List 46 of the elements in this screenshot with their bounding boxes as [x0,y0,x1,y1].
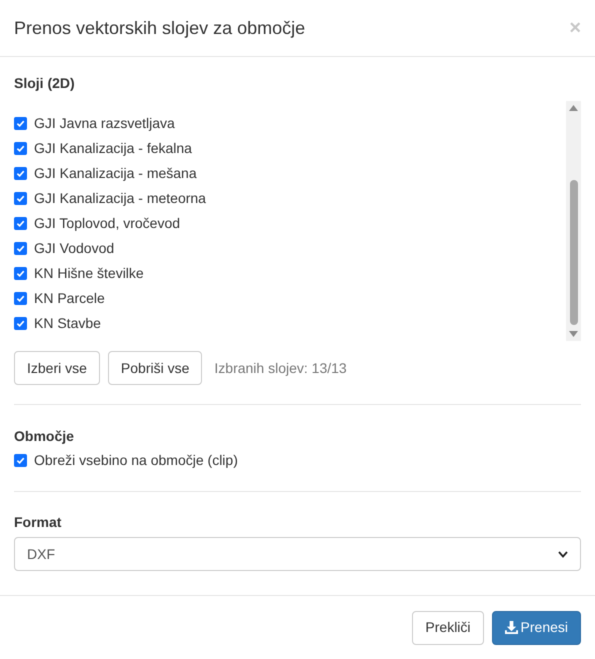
layer-label: KN Stavbe [34,314,101,333]
chevron-down-icon [558,550,568,558]
checkmark-icon [16,219,25,228]
checkmark-icon [16,119,25,128]
checkmark-icon [16,269,25,278]
section-heading: Območje [14,427,75,446]
checkbox[interactable] [14,292,27,305]
scrollbar[interactable] [566,101,581,341]
layer-label: GJI Kanalizacija - meteorna [34,189,206,208]
layer-label: KN Hišne številke [34,264,144,283]
layer-label: GJI Kanalizacija - mešana [34,164,197,183]
download-button[interactable]: Prenesi [492,610,581,644]
checkmark-icon [16,194,25,203]
layer-label: GJI Vodovod [34,239,114,258]
checkbox[interactable] [14,142,27,155]
clip-label: Obreži vsebino na območje (clip) [34,451,238,470]
dialog-title: Prenos vektorskih slojev za območje [14,16,306,40]
layer-label: KN Parcele [34,289,105,308]
select-button[interactable]: Pobriši vse [108,351,202,385]
select-button[interactable]: Izberi vse [14,351,100,385]
scroll-down-icon[interactable] [569,331,578,337]
section-heading: Sloji (2D) [14,74,76,93]
layer-label: GJI Toplovod, vročevod [34,214,180,233]
checkbox[interactable] [14,267,27,280]
section-heading: Format [14,513,62,532]
selection-count: Izbranih slojev: 13/13 [214,358,347,378]
checkbox[interactable] [14,167,27,180]
checkbox[interactable] [14,117,27,130]
layer-label: GJI Javna razsvetljava [34,114,175,133]
checkbox[interactable] [14,454,27,467]
scrollbar-thumb[interactable] [570,180,578,324]
checkbox[interactable] [14,217,27,230]
checkmark-icon [16,319,25,328]
checkbox[interactable] [14,192,27,205]
checkbox[interactable] [14,317,27,330]
cancel-button[interactable]: Prekliči [412,610,484,644]
checkmark-icon [16,144,25,153]
checkmark-icon [16,244,25,253]
checkmark-icon [16,169,25,178]
checkbox[interactable] [14,242,27,255]
scroll-up-icon[interactable] [569,105,578,111]
checkmark-icon [16,456,25,465]
checkmark-icon [16,294,25,303]
layer-label: GJI Kanalizacija - fekalna [34,139,192,158]
format-select[interactable]: DXF [14,537,581,571]
download-icon [504,621,518,634]
